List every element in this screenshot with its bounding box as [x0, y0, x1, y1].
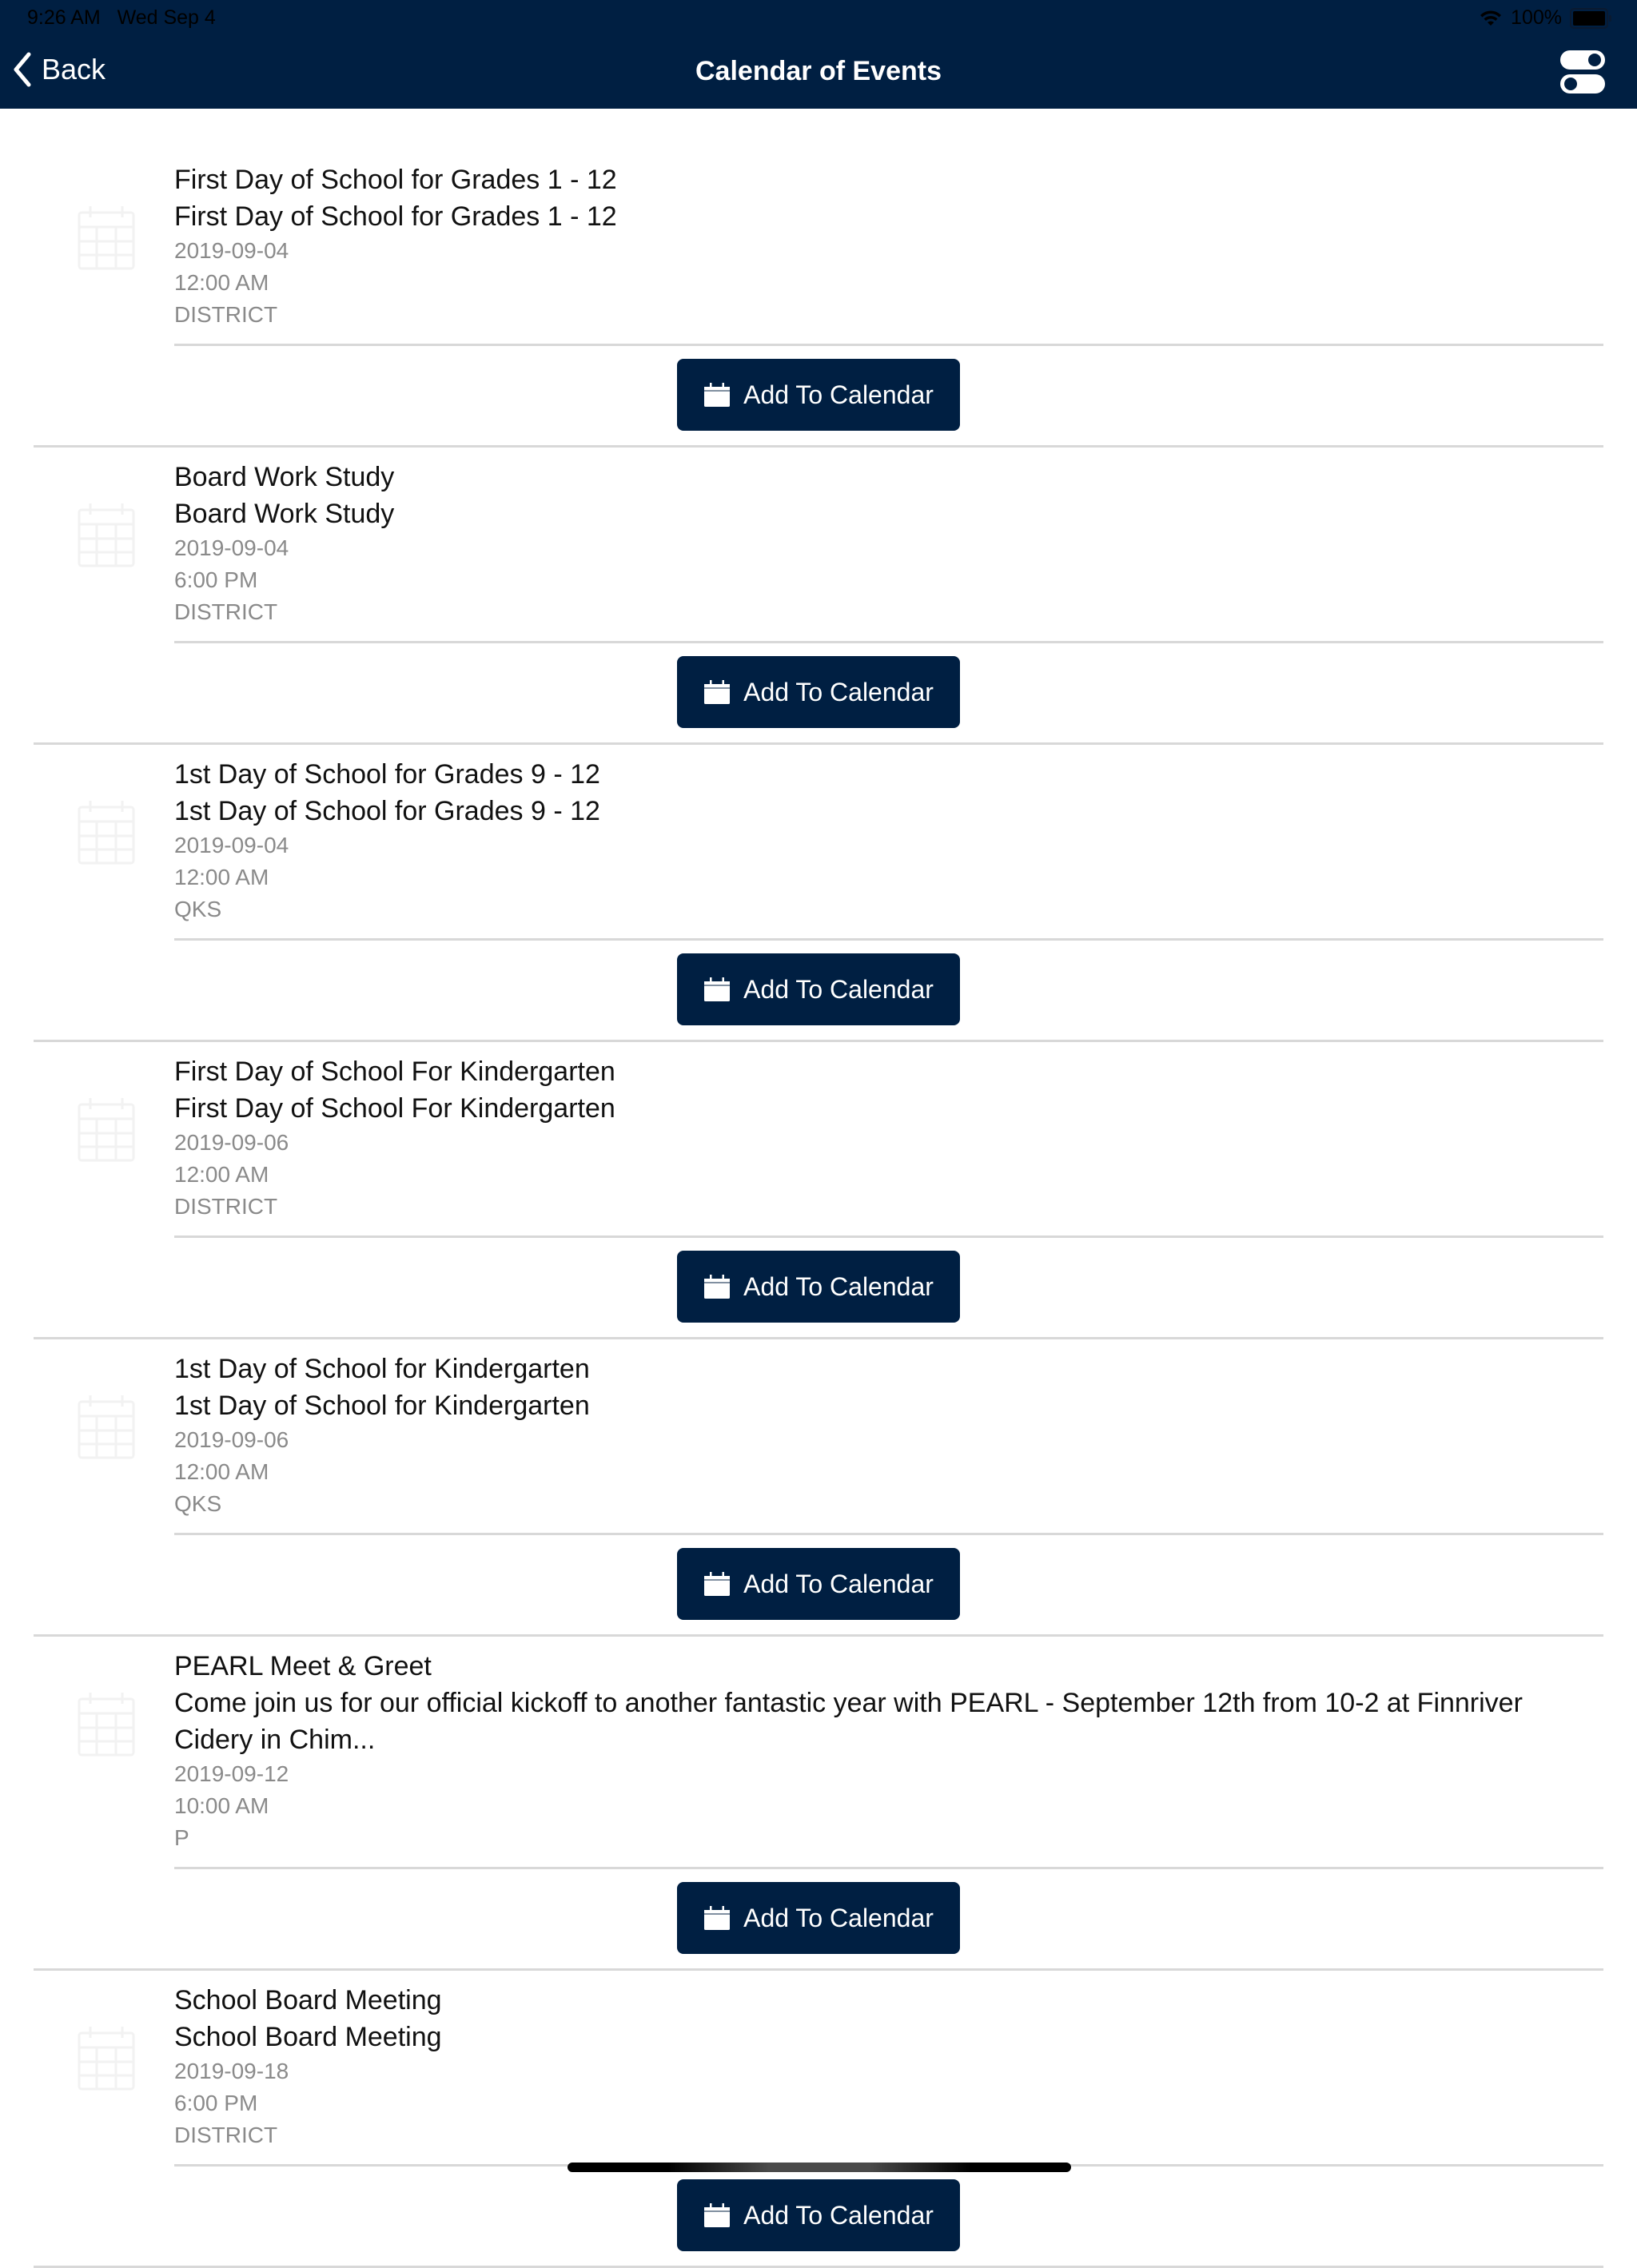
event-category: DISTRICT — [174, 302, 278, 327]
event-date: 2019-09-06 — [174, 1130, 289, 1155]
calendar-icon — [78, 206, 135, 270]
event-description: Come join us for our official kickoff to… — [174, 1688, 1523, 1755]
toggles-icon[interactable] — [1559, 48, 1607, 96]
event-row: First Day of School For Kindergarten Fir… — [0, 1042, 1637, 1339]
add-to-calendar-button[interactable]: Add To Calendar — [677, 656, 960, 728]
event-date: 2019-09-04 — [174, 833, 289, 857]
events-list[interactable]: First Day of School for Grades 1 - 12 Fi… — [0, 109, 1637, 2268]
event-row: PEARL Meet & Greet Come join us for our … — [0, 1637, 1637, 1971]
event-title: PEARL Meet & Greet — [174, 1651, 432, 1681]
event-time: 6:00 PM — [174, 2091, 258, 2115]
status-bar-left: 9:26 AM Wed Sep 4 — [27, 6, 216, 30]
event-content[interactable]: 1st Day of School for Grades 9 - 12 1st … — [0, 745, 1637, 925]
status-time: 9:26 AM — [27, 6, 101, 29]
button-container: Add To Calendar — [0, 643, 1637, 742]
event-title: First Day of School for Grades 1 - 12 — [174, 165, 617, 195]
event-title: First Day of School For Kindergarten — [174, 1056, 615, 1087]
event-time: 6:00 PM — [174, 567, 258, 592]
event-title: 1st Day of School for Grades 9 - 12 — [174, 759, 600, 790]
event-category: DISTRICT — [174, 599, 278, 624]
add-to-calendar-button[interactable]: Add To Calendar — [677, 1548, 960, 1620]
add-to-calendar-button[interactable]: Add To Calendar — [677, 2179, 960, 2251]
event-date: 2019-09-18 — [174, 2059, 289, 2083]
battery-percent: 100% — [1511, 6, 1562, 29]
battery-icon — [1570, 7, 1611, 29]
status-bar-right: 100% — [1479, 6, 1611, 30]
event-content[interactable]: Board Work Study Board Work Study 2019-0… — [0, 448, 1637, 628]
calendar-icon — [78, 1395, 135, 1459]
event-row: School Board Meeting School Board Meetin… — [0, 1971, 1637, 2268]
button-container: Add To Calendar — [0, 2167, 1637, 2266]
add-to-calendar-button[interactable]: Add To Calendar — [677, 953, 960, 1025]
calendar-icon — [78, 1693, 135, 1757]
add-to-calendar-label: Add To Calendar — [743, 2200, 934, 2230]
add-to-calendar-button[interactable]: Add To Calendar — [677, 1251, 960, 1323]
calendar-icon — [704, 1906, 731, 1930]
event-description: Board Work Study — [174, 499, 395, 529]
add-to-calendar-label: Add To Calendar — [743, 1903, 934, 1932]
add-to-calendar-button[interactable]: Add To Calendar — [677, 1882, 960, 1954]
page-title: Calendar of Events — [695, 56, 942, 86]
event-description: First Day of School for Grades 1 - 12 — [174, 201, 617, 232]
calendar-icon — [704, 977, 731, 1001]
calendar-icon — [704, 1275, 731, 1299]
button-container: Add To Calendar — [0, 1238, 1637, 1337]
event-row: First Day of School for Grades 1 - 12 Fi… — [0, 109, 1637, 448]
event-description: First Day of School For Kindergarten — [174, 1093, 615, 1124]
calendar-icon — [78, 2027, 135, 2091]
calendar-icon — [78, 1098, 135, 1162]
event-title: Board Work Study — [174, 462, 395, 492]
event-time: 10:00 AM — [174, 1793, 269, 1818]
calendar-icon — [704, 2203, 731, 2227]
event-content[interactable]: PEARL Meet & Greet Come join us for our … — [0, 1637, 1637, 1854]
add-to-calendar-label: Add To Calendar — [743, 677, 934, 706]
add-to-calendar-label: Add To Calendar — [743, 1271, 934, 1301]
event-time: 12:00 AM — [174, 865, 269, 889]
button-container: Add To Calendar — [0, 941, 1637, 1040]
calendar-icon — [704, 680, 731, 704]
event-content[interactable]: First Day of School for Grades 1 - 12 Fi… — [0, 109, 1637, 331]
event-content[interactable]: First Day of School For Kindergarten Fir… — [0, 1042, 1637, 1223]
calendar-icon — [704, 1572, 731, 1596]
add-to-calendar-button[interactable]: Add To Calendar — [677, 359, 960, 431]
add-to-calendar-label: Add To Calendar — [743, 380, 934, 409]
event-category: QKS — [174, 1491, 222, 1516]
event-category: DISTRICT — [174, 2123, 278, 2147]
event-row: 1st Day of School for Kindergarten 1st D… — [0, 1339, 1637, 1637]
event-row: Board Work Study Board Work Study 2019-0… — [0, 448, 1637, 745]
event-title: 1st Day of School for Kindergarten — [174, 1354, 590, 1384]
event-date: 2019-09-04 — [174, 535, 289, 560]
add-to-calendar-label: Add To Calendar — [743, 974, 934, 1004]
navigation-bar: 9:26 AM Wed Sep 4 100% Back Calendar of … — [0, 0, 1637, 109]
event-description: 1st Day of School for Kindergarten — [174, 1391, 590, 1421]
event-category: P — [174, 1825, 189, 1850]
add-to-calendar-label: Add To Calendar — [743, 1569, 934, 1598]
button-container: Add To Calendar — [0, 346, 1637, 445]
calendar-icon — [78, 503, 135, 567]
button-container: Add To Calendar — [0, 1535, 1637, 1634]
event-category: QKS — [174, 897, 222, 921]
event-content[interactable]: 1st Day of School for Kindergarten 1st D… — [0, 1339, 1637, 1520]
calendar-icon — [704, 383, 731, 407]
chevron-left-icon — [14, 52, 31, 87]
event-description: School Board Meeting — [174, 2022, 442, 2052]
calendar-icon — [78, 801, 135, 865]
event-category: DISTRICT — [174, 1194, 278, 1219]
event-description: 1st Day of School for Grades 9 - 12 — [174, 796, 600, 826]
event-date: 2019-09-12 — [174, 1761, 289, 1786]
event-time: 12:00 AM — [174, 270, 269, 295]
event-time: 12:00 AM — [174, 1162, 269, 1187]
status-date: Wed Sep 4 — [117, 6, 216, 29]
event-date: 2019-09-04 — [174, 238, 289, 263]
event-content[interactable]: School Board Meeting School Board Meetin… — [0, 1971, 1637, 2151]
back-label: Back — [42, 53, 106, 86]
wifi-icon — [1480, 10, 1502, 26]
button-container: Add To Calendar — [0, 1869, 1637, 1968]
event-date: 2019-09-06 — [174, 1427, 289, 1452]
home-indicator[interactable] — [568, 2163, 1071, 2172]
event-row: 1st Day of School for Grades 9 - 12 1st … — [0, 745, 1637, 1042]
event-time: 12:00 AM — [174, 1459, 269, 1484]
back-button[interactable]: Back — [11, 51, 106, 88]
event-title: School Board Meeting — [174, 1985, 442, 2015]
